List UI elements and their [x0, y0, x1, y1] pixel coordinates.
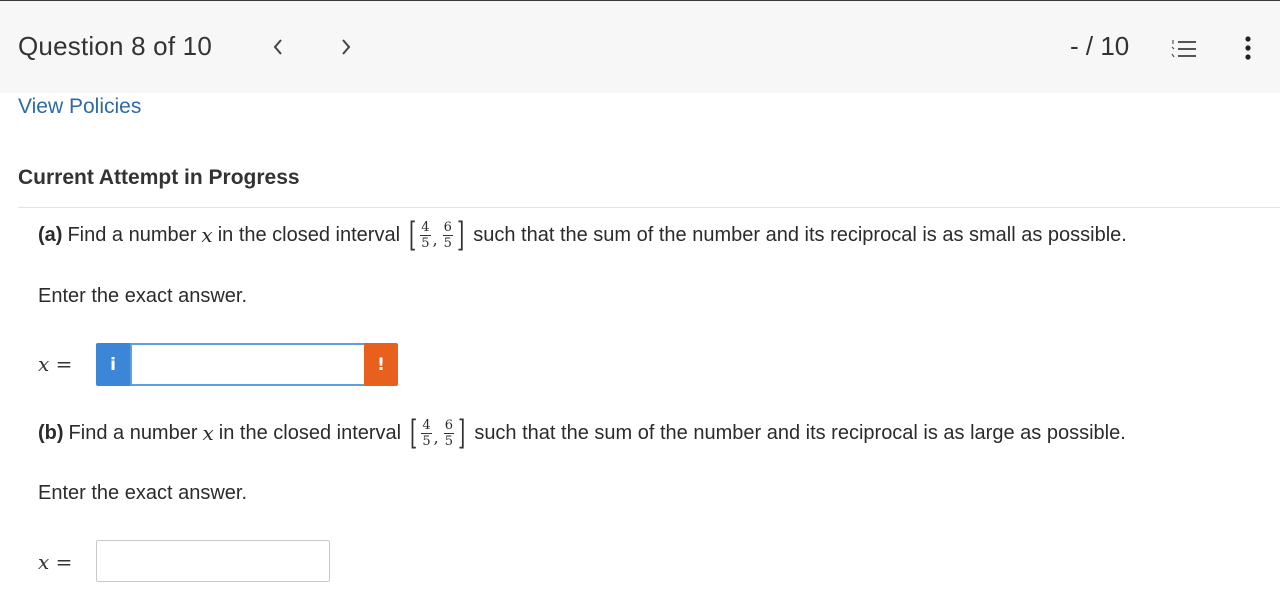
fraction-lower-bound: 4 5	[420, 219, 431, 251]
view-policies-link[interactable]: View Policies	[18, 95, 141, 119]
fraction-upper-bound: 6 5	[442, 219, 453, 251]
question-text-start: Find a number	[68, 421, 198, 444]
denominator: 5	[444, 433, 454, 449]
instruction-text: Enter the exact answer.	[38, 285, 248, 307]
question-list-button[interactable]	[1170, 35, 1198, 63]
fraction-upper-bound: 6 5	[443, 417, 455, 449]
question-part-a: (a) Find a number x in the closed interv…	[38, 218, 1127, 252]
equals-sign: =	[49, 352, 73, 376]
numerator: 6	[442, 219, 453, 236]
interval-separator: ,	[432, 229, 438, 249]
attempt-heading: Current Attempt in Progress	[18, 166, 300, 189]
warning-icon: !	[377, 354, 385, 375]
page: Question 8 of 10 - / 10 View Policies Cu…	[0, 0, 1280, 596]
fraction-lower-bound: 4 5	[421, 417, 432, 449]
closed-interval: [ 4 5 , 6 5 ]	[406, 218, 467, 252]
numerator: 6	[443, 417, 455, 434]
right-bracket: ]	[456, 215, 465, 255]
score-display: - / 10	[1070, 31, 1130, 61]
answer-input-b[interactable]	[96, 540, 330, 582]
question-counter: Question 8 of 10	[18, 31, 212, 61]
next-question-button[interactable]	[334, 29, 358, 65]
question-text-start: Find a number	[67, 223, 197, 246]
denominator: 5	[443, 235, 452, 251]
info-button[interactable]: i	[96, 343, 130, 386]
numbered-list-icon	[1171, 40, 1196, 58]
answer-label-b: x =	[38, 550, 72, 574]
answer-variable: x	[38, 352, 50, 376]
question-text-end: such that the sum of the number and its …	[474, 421, 1126, 444]
question-header: Question 8 of 10 - / 10	[0, 1, 1280, 93]
question-part-b: (b) Find a number x in the closed interv…	[38, 416, 1126, 450]
answer-variable: x	[38, 550, 50, 574]
question-content-panel	[18, 208, 1280, 596]
more-options-button[interactable]	[1238, 33, 1258, 65]
denominator: 5	[421, 235, 430, 251]
variable-x: x	[202, 421, 214, 445]
instruction-text: Enter the exact answer.	[38, 482, 248, 504]
numerator: 4	[420, 219, 431, 236]
warning-button[interactable]: !	[364, 343, 398, 386]
more-vertical-icon	[1245, 36, 1251, 60]
interval-separator: ,	[433, 427, 439, 447]
left-bracket: [	[410, 413, 418, 453]
equals-sign: =	[49, 550, 73, 574]
answer-input-a[interactable]	[130, 343, 376, 386]
question-text-end: such that the sum of the number and its …	[473, 223, 1127, 246]
left-bracket: [	[409, 215, 417, 255]
part-label: (b)	[38, 421, 64, 444]
part-label: (a)	[38, 223, 63, 246]
numerator: 4	[421, 417, 432, 434]
denominator: 5	[422, 433, 431, 449]
variable-x: x	[201, 223, 213, 247]
chevron-left-icon	[273, 39, 282, 55]
closed-interval: [ 4 5 , 6 5 ]	[407, 416, 468, 450]
right-bracket: ]	[458, 413, 466, 453]
previous-question-button[interactable]	[266, 29, 290, 65]
question-text-middle: in the closed interval	[217, 223, 401, 246]
chevron-right-icon	[342, 39, 351, 55]
info-icon: i	[110, 354, 116, 375]
answer-label-a: x =	[38, 352, 72, 376]
question-text-middle: in the closed interval	[218, 421, 402, 444]
